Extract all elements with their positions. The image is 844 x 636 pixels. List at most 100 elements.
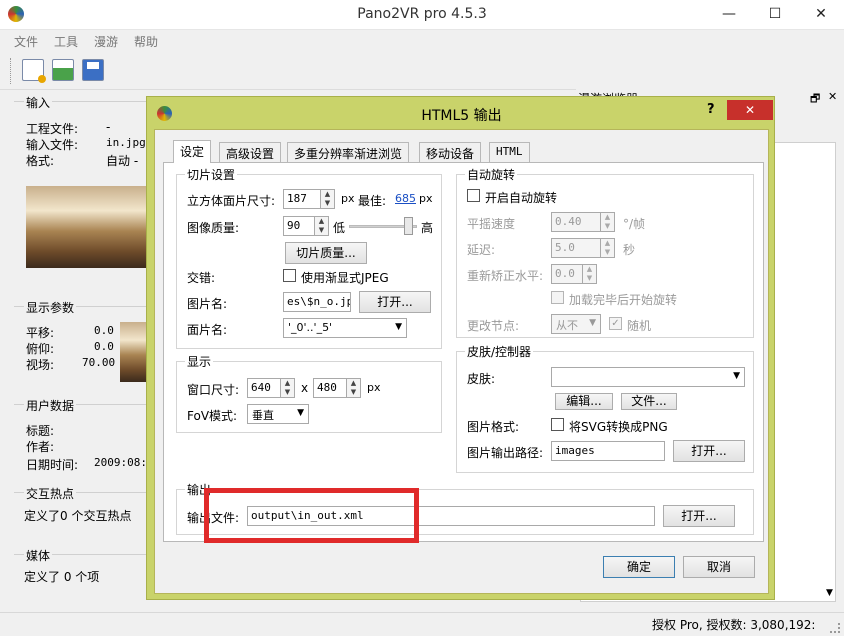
delay-unit: 秒 [623,243,636,257]
level-spinner[interactable]: ▲ ▼ [583,264,597,284]
panel-close-icon[interactable]: ✕ [828,90,837,103]
ok-button[interactable]: 确定 [603,556,675,578]
window-height-input[interactable]: 480 [313,378,347,398]
image-path-input[interactable]: images [551,441,665,461]
save-icon[interactable] [82,59,104,81]
display-section-title: 显示参数 [24,299,77,316]
skin-select[interactable]: ▼ [551,367,745,387]
image-path-open-button[interactable]: 打开... [673,440,745,462]
px-unit: px [341,192,355,205]
window-height-spinner[interactable]: ▲ ▼ [347,378,361,398]
delay-spinner[interactable]: ▲ ▼ [601,238,615,258]
quality-slider-thumb[interactable] [404,217,413,235]
format-label: 格式: [26,154,55,168]
input-file-label: 输入文件: [26,138,79,152]
maximize-button[interactable]: ☐ [752,0,798,28]
output-open-button[interactable]: 打开... [663,505,735,527]
pan-value: 0.0 [94,324,114,337]
cube-size-spinner[interactable]: ▲ ▼ [321,189,335,209]
speed-input[interactable]: 0.40 [551,212,601,232]
menu-bar: 文件 工具 漫游 帮助 [0,30,844,52]
progressive-jpeg-checkbox[interactable] [283,269,296,282]
tab-html[interactable]: HTML [489,142,530,162]
scroll-down-icon[interactable]: ▼ [826,588,833,598]
window-width-spinner[interactable]: ▲ ▼ [281,378,295,398]
cancel-button[interactable]: 取消 [683,556,755,578]
image-name-open-button[interactable]: 打开... [359,291,431,313]
px-unit: px [367,381,381,394]
menu-tour[interactable]: 漫游 [94,33,118,50]
speed-unit: °/帧 [623,217,646,231]
dialog-close-button[interactable]: ✕ [727,100,773,120]
chevron-down-icon: ▼ [395,322,402,332]
speed-spinner[interactable]: ▲ ▼ [601,212,615,232]
pan-label: 平移: [26,326,55,340]
menu-file[interactable]: 文件 [14,33,38,50]
media-count: 定义了 0 个项 [24,570,100,584]
skin-file-button[interactable]: 文件... [621,393,677,410]
project-file-value: - [106,120,111,134]
license-status: 授权 Pro, 授权数: 3,080,192: [652,618,816,632]
delay-input[interactable]: 5.0 [551,238,601,258]
fov-label: 视场: [26,358,55,372]
toolbar [0,52,844,90]
best-size-link[interactable]: 685 [395,192,416,205]
input-section-title: 输入 [24,94,53,111]
image-path-label: 图片输出路径: [467,446,544,460]
resize-grip-icon[interactable] [830,623,840,633]
fov-mode-select[interactable]: 垂直 ▼ [247,404,309,424]
speed-label: 平摇速度 [467,217,516,231]
window-width-input[interactable]: 640 [247,378,281,398]
autorotate-title: 自动旋转 [465,166,518,183]
tile-settings-title: 切片设置 [185,166,238,183]
random-checkbox[interactable]: ✓ [609,317,622,330]
new-project-icon[interactable] [22,59,46,83]
display-group: 显示 窗口尺寸: 640 ▲ ▼ x 480 ▲ ▼ px FoV模式: 垂直 ▼ [176,353,442,433]
help-button[interactable]: ? [707,102,715,117]
face-name-select[interactable]: '_0'..'_5' ▼ [283,318,407,338]
change-node-label: 更改节点: [467,319,520,333]
toolbar-separator [10,58,11,84]
tile-quality-button[interactable]: 切片质量... [285,242,367,264]
media-section-title: 媒体 [24,547,53,564]
image-name-input[interactable]: es\$n_o.jpg [283,292,351,312]
tab-multires[interactable]: 多重分辨率渐进浏览 [287,142,410,162]
progressive-jpeg-label: 使用渐显式JPEG [301,271,389,285]
face-name-value: '_0'..'_5' [288,321,333,334]
level-input[interactable]: 0.0 [551,264,583,284]
minimize-button[interactable]: — [706,0,752,28]
open-project-icon[interactable] [52,59,74,81]
level-label: 重新矫正水平: [467,269,544,283]
change-node-value: 从不 [556,319,578,332]
menu-tools[interactable]: 工具 [54,33,78,50]
start-after-load-checkbox[interactable] [551,291,564,304]
panorama-thumbnail[interactable] [26,186,146,268]
float-icon[interactable]: 🗗 [810,90,820,109]
tab-settings[interactable]: 设定 [173,140,212,163]
quality-input[interactable]: 90 [283,216,315,236]
tab-advanced[interactable]: 高级设置 [219,142,282,162]
cube-size-input[interactable]: 187 [283,189,321,209]
fov-value: 70.00 [82,356,116,369]
svg-to-png-label: 将SVG转换成PNG [569,420,668,434]
close-button[interactable]: ✕ [798,0,844,28]
skin-group-title: 皮肤/控制器 [465,343,534,360]
hotspot-count: 定义了0 个交互热点 [24,509,132,523]
change-node-select[interactable]: 从不 ▼ [551,314,601,334]
menu-help[interactable]: 帮助 [134,33,158,50]
tab-mobile[interactable]: 移动设备 [419,142,482,162]
hotspot-section-title: 交互热点 [24,485,77,502]
autorotate-group: 自动旋转 开启自动旋转 平摇速度 0.40 ▲ ▼ °/帧 延迟: 5.0 ▲ ▼ … [456,166,754,338]
format-value: 自动 - [106,154,139,168]
autorotate-checkbox[interactable] [467,189,480,202]
start-after-load-label: 加载完毕后开始旋转 [569,293,678,307]
view-preview [120,322,146,382]
face-name-label: 面片名: [187,323,228,337]
quality-spinner[interactable]: ▲ ▼ [315,216,329,236]
left-panel: 输入 工程文件: - 输入文件: in.jpg 格式: 自动 - 显示参数 平移… [14,92,154,604]
fov-mode-value: 垂直 [252,409,274,422]
svg-to-png-checkbox[interactable] [551,418,564,431]
chevron-down-icon: ▼ [589,318,596,328]
skin-edit-button[interactable]: 编辑... [555,393,613,410]
chevron-down-icon: ▼ [297,408,304,418]
